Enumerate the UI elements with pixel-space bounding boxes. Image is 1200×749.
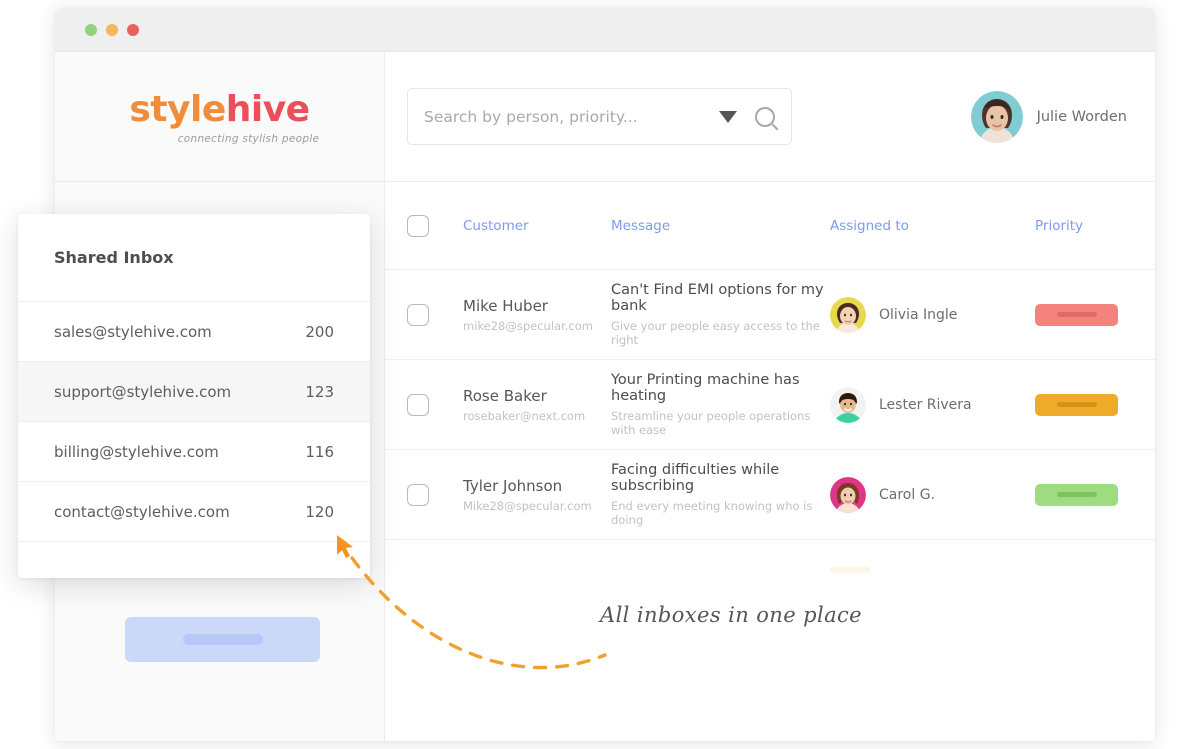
customer-email: mike28@specular.com [463,318,593,333]
customer-name: Rose Baker [463,386,547,405]
user-profile[interactable]: Julie Worden [970,90,1127,143]
brand-logo[interactable]: stylehive connecting stylish people [55,52,384,182]
assignee-cell[interactable]: Lester Rivera [830,386,1035,423]
assignee-avatar [830,296,866,333]
assignee-name: Carol G. [879,486,936,503]
table-row[interactable]: Rose Baker rosebaker@next.com Your Print… [385,360,1155,450]
customer-email: Mike28@specular.com [463,498,592,513]
browser-titlebar [55,8,1155,52]
row-checkbox[interactable] [407,393,429,416]
row-checkbox[interactable] [407,483,429,506]
chevron-down-icon[interactable] [719,110,737,123]
priority-cell[interactable] [1035,393,1155,416]
table-header: Customer Message Assigned to Priority [385,182,1155,270]
inbox-item-count: 116 [305,442,334,461]
status-badge[interactable] [1035,393,1118,416]
brand-logo-text: stylehive [129,88,310,130]
row-select-cell[interactable] [407,483,463,506]
annotation-text: All inboxes in one place [600,603,862,627]
assignee-avatar [830,386,866,423]
status-badge-bar [1056,402,1097,407]
search-input[interactable]: Search by person, priority... [424,108,719,126]
row-select-cell[interactable] [407,393,463,416]
inbox-item-sales[interactable]: sales@stylehive.com 200 [18,302,370,362]
assignee-cell[interactable]: Olivia Ingle [830,296,1035,333]
inbox-item-email: billing@stylehive.com [54,442,219,461]
select-all-checkbox[interactable] [407,214,429,237]
inbox-item-email: contact@stylehive.com [54,502,230,521]
customer-cell: Rose Baker rosebaker@next.com [463,387,611,423]
table-row[interactable]: Mike Huber mike28@specular.com Can't Fin… [385,270,1155,360]
sidebar-placeholder-button[interactable] [125,617,320,662]
assignee-cell-fading [830,567,1035,573]
brand-name-part2: hive [225,88,310,130]
assignee-name: Lester Rivera [879,396,972,413]
inbox-item-support[interactable]: support@stylehive.com 123 [18,362,370,422]
brand-name-part1: style [129,88,226,130]
inbox-item-count: 200 [305,322,334,341]
window-dot-green[interactable] [85,23,97,36]
row-checkbox[interactable] [407,303,429,326]
message-cell: Your Printing machine has heating Stream… [611,372,830,437]
table-row-fading [385,540,1155,600]
status-badge[interactable] [1035,303,1118,326]
assignee-avatar [830,476,866,513]
search-box[interactable]: Search by person, priority... [407,88,792,145]
message-title: Your Printing machine has heating [611,372,800,404]
screenshot-root: stylehive connecting stylish people Sear… [0,0,1200,749]
column-header-message[interactable]: Message [611,218,830,234]
customer-cell: Tyler Johnson Mike28@specular.com [463,477,611,513]
assignee-cell[interactable]: Carol G. [830,476,1035,513]
brand-tagline: connecting stylish people [177,132,320,145]
customer-name: Mike Huber [463,296,548,315]
inbox-item-contact[interactable]: contact@stylehive.com 120 [18,482,370,542]
inbox-item-email: support@stylehive.com [54,382,232,401]
message-preview: End every meeting knowing who is doing [611,499,813,527]
status-badge[interactable] [1035,483,1118,506]
app-topbar: Search by person, priority... Julie Word… [385,52,1155,182]
window-dot-red[interactable] [127,23,139,36]
shared-inbox-panel: Shared Inbox sales@stylehive.com 200 sup… [18,214,370,578]
status-badge-fading [830,567,870,573]
status-badge-bar [1056,312,1097,317]
column-header-customer[interactable]: Customer [463,218,611,234]
inbox-item-count: 123 [305,382,334,401]
avatar [970,90,1023,143]
row-select-cell[interactable] [407,303,463,326]
table-row[interactable]: Tyler Johnson Mike28@specular.com Facing… [385,450,1155,540]
inbox-item-count: 120 [305,502,334,521]
customer-cell: Mike Huber mike28@specular.com [463,297,611,333]
priority-cell[interactable] [1035,303,1155,326]
column-header-priority[interactable]: Priority [1035,218,1155,234]
window-dot-orange[interactable] [106,23,118,36]
search-icon[interactable] [755,106,775,127]
message-preview: Give your people easy access to the righ… [611,319,820,347]
priority-cell[interactable] [1035,483,1155,506]
assignee-name: Olivia Ingle [879,306,958,323]
message-preview: Streamline your people operations with e… [611,409,811,437]
inbox-item-email: sales@stylehive.com [54,322,212,341]
inbox-item-billing[interactable]: billing@stylehive.com 116 [18,422,370,482]
column-header-assigned[interactable]: Assigned to [830,218,1035,234]
shared-inbox-title: Shared Inbox [18,214,370,302]
message-title: Facing difficulties while subscribing [611,462,780,494]
message-cell: Facing difficulties while subscribing En… [611,462,830,527]
customer-name: Tyler Johnson [463,476,563,495]
select-all-cell[interactable] [407,214,463,237]
status-badge-bar [1056,492,1097,497]
user-name: Julie Worden [1036,108,1127,125]
message-title: Can't Find EMI options for my bank [611,282,824,314]
sidebar-placeholder-bar [182,634,263,645]
message-cell: Can't Find EMI options for my bank Give … [611,282,830,347]
app-main: Search by person, priority... Julie Word… [385,52,1155,741]
customer-email: rosebaker@next.com [463,408,586,423]
